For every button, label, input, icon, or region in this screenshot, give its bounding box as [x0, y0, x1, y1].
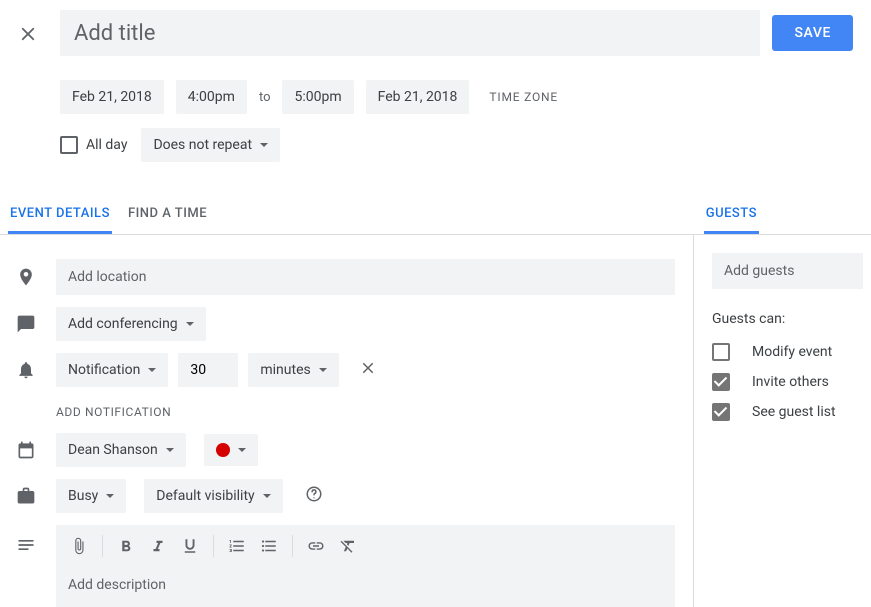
bulleted-list-icon[interactable] [254, 531, 284, 561]
availability-label: Busy [68, 488, 98, 504]
perm-modify-event[interactable]: Modify event [712, 337, 871, 367]
notification-unit-select[interactable]: minutes [248, 353, 338, 387]
conferencing-label: Add conferencing [68, 316, 178, 332]
add-notification-button[interactable]: ADD NOTIFICATION [0, 393, 693, 427]
notes-icon [14, 525, 38, 555]
location-input[interactable] [56, 259, 675, 295]
chevron-down-icon [260, 143, 268, 147]
briefcase-icon [14, 486, 38, 506]
notification-unit-label: minutes [260, 362, 310, 378]
numbered-list-icon[interactable] [222, 531, 252, 561]
help-icon[interactable] [305, 485, 323, 507]
guests-heading: GUESTS [704, 196, 759, 234]
chevron-down-icon [263, 494, 271, 498]
color-dot-icon [216, 443, 230, 457]
recurrence-label: Does not repeat [153, 137, 252, 153]
clear-format-icon[interactable] [333, 531, 363, 561]
link-icon[interactable] [301, 531, 331, 561]
recurrence-select[interactable]: Does not repeat [141, 128, 280, 162]
add-guests-input[interactable] [712, 253, 863, 289]
timezone-link[interactable]: TIME ZONE [489, 90, 558, 104]
location-icon [14, 267, 38, 287]
calendar-icon [14, 440, 38, 460]
notification-value-input[interactable] [178, 353, 238, 387]
checkbox-checked-icon [712, 403, 730, 421]
description-input[interactable] [56, 567, 675, 607]
attach-icon[interactable] [64, 531, 94, 561]
conferencing-select[interactable]: Add conferencing [56, 307, 206, 341]
chevron-down-icon [106, 494, 114, 498]
chevron-down-icon [186, 322, 194, 326]
visibility-label: Default visibility [156, 488, 254, 504]
perm-invite-others[interactable]: Invite others [712, 367, 871, 397]
event-title-input[interactable] [60, 10, 760, 56]
tab-find-a-time[interactable]: FIND A TIME [126, 196, 209, 234]
to-label: to [259, 90, 271, 105]
perm-see-guest-list[interactable]: See guest list [712, 397, 871, 427]
calendar-owner-label: Dean Shanson [68, 442, 158, 458]
start-date-picker[interactable]: Feb 21, 2018 [60, 80, 164, 114]
bold-icon[interactable] [111, 531, 141, 561]
availability-select[interactable]: Busy [56, 479, 126, 513]
description-toolbar [56, 525, 675, 567]
calendar-owner-select[interactable]: Dean Shanson [56, 433, 186, 467]
perm-label: See guest list [752, 404, 836, 420]
remove-notification-icon[interactable] [359, 359, 377, 381]
start-time-picker[interactable]: 4:00pm [176, 80, 247, 114]
event-color-select[interactable] [204, 434, 258, 466]
checkbox-icon [712, 343, 730, 361]
end-date-picker[interactable]: Feb 21, 2018 [366, 80, 470, 114]
checkbox-checked-icon [712, 373, 730, 391]
chevron-down-icon [319, 368, 327, 372]
underline-icon[interactable] [175, 531, 205, 561]
close-icon[interactable] [8, 14, 48, 54]
notification-type-select[interactable]: Notification [56, 353, 168, 387]
perm-label: Invite others [752, 374, 829, 390]
chevron-down-icon [148, 368, 156, 372]
chevron-down-icon [238, 448, 246, 452]
bell-icon [14, 360, 38, 380]
end-time-picker[interactable]: 5:00pm [282, 80, 353, 114]
tab-event-details[interactable]: EVENT DETAILS [8, 196, 112, 234]
video-icon [14, 314, 38, 334]
save-button[interactable]: SAVE [772, 15, 853, 51]
all-day-checkbox[interactable]: All day [60, 136, 127, 154]
perm-label: Modify event [752, 344, 832, 360]
checkbox-icon [60, 136, 78, 154]
chevron-down-icon [166, 448, 174, 452]
notification-type-label: Notification [68, 362, 140, 378]
visibility-select[interactable]: Default visibility [144, 479, 282, 513]
italic-icon[interactable] [143, 531, 173, 561]
guests-can-label: Guests can: [712, 289, 871, 337]
all-day-label: All day [86, 137, 127, 153]
